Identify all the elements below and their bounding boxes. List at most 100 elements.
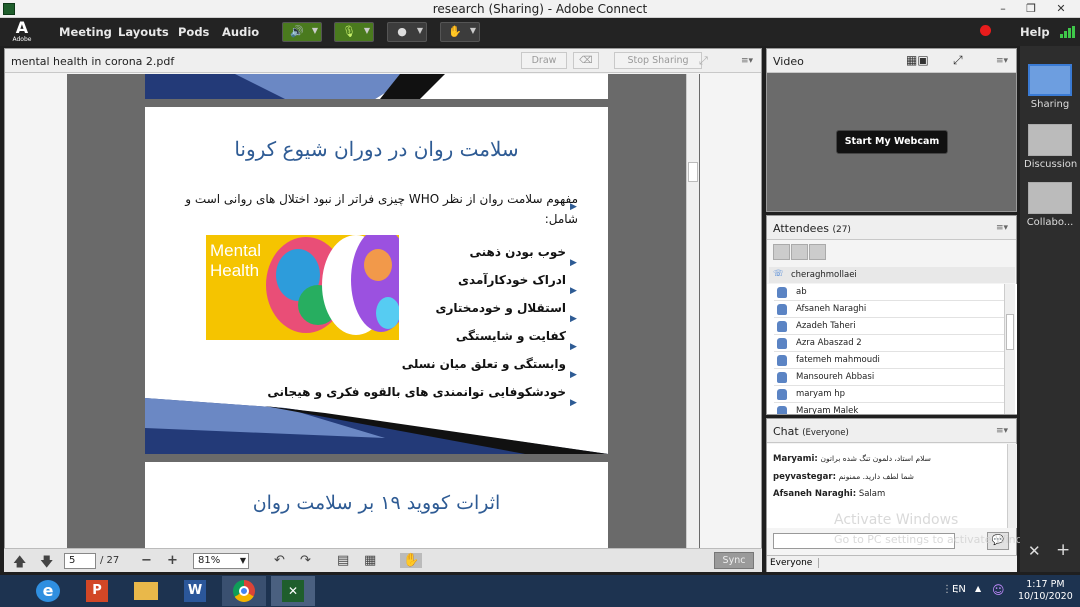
- chat-pod: Chat (Everyone) ≡▾ Maryami: سلام استاد، …: [766, 418, 1017, 572]
- menu-audio[interactable]: Audio: [222, 25, 259, 39]
- restore-button[interactable]: ❐: [1018, 0, 1044, 18]
- page-total: / 27: [100, 555, 120, 566]
- zoom-value: 81%: [198, 555, 221, 566]
- list-item[interactable]: Azra Abaszad 2: [774, 335, 1004, 352]
- role-view-icon[interactable]: [809, 244, 826, 260]
- language-indicator[interactable]: EN: [952, 584, 966, 595]
- grid-view-icon[interactable]: ▦▣: [906, 53, 929, 67]
- close-button[interactable]: ✕: [1048, 0, 1074, 18]
- chat-input[interactable]: [773, 533, 955, 549]
- chat-scrollbar[interactable]: [1007, 444, 1017, 528]
- slide-intro-line: شامل:: [544, 212, 578, 226]
- layout-thumbnail: [1028, 64, 1072, 96]
- layout-discussion[interactable]: Discussion: [1024, 124, 1077, 170]
- bullet-markers: ▶ ▶ ▶ ▶ ▶ ▶ ▶: [570, 202, 577, 408]
- mental-health-image: Mental Health: [206, 235, 399, 340]
- tray-app-icon[interactable]: ☺: [992, 583, 1005, 597]
- send-message-icon[interactable]: 💬: [987, 532, 1009, 550]
- list-item[interactable]: ab: [774, 284, 1004, 301]
- stop-sharing-button[interactable]: Stop Sharing: [614, 52, 702, 69]
- fit-page-icon[interactable]: ▦: [364, 553, 376, 568]
- chevron-down-icon: ▼: [363, 26, 370, 35]
- attendee-scrollbar[interactable]: [1004, 284, 1015, 414]
- sync-button[interactable]: Sync: [714, 552, 754, 569]
- minimize-button[interactable]: –: [990, 0, 1016, 18]
- list-item[interactable]: fatemeh mahmoudi: [774, 352, 1004, 369]
- menu-meeting[interactable]: Meeting: [59, 25, 112, 39]
- rotate-left-icon[interactable]: ↶: [274, 553, 285, 568]
- powerpoint-icon[interactable]: P: [75, 576, 119, 606]
- delete-layout-icon[interactable]: ✕: [1028, 542, 1041, 560]
- list-item[interactable]: Afsaneh Naraghi: [774, 301, 1004, 318]
- microphone-control[interactable]: 🎙 ▼: [334, 22, 374, 42]
- webcam-control[interactable]: ● ▼: [387, 22, 427, 42]
- list-item[interactable]: Azadeh Taheri: [774, 318, 1004, 335]
- share-pod-header: mental health in corona 2.pdf Draw ⌫ Sto…: [5, 49, 761, 73]
- slide-footer-banner: [145, 398, 608, 454]
- attendees-pod-header: Attendees (27) ≡▾: [767, 216, 1016, 240]
- user-icon: [777, 355, 787, 366]
- menu-layouts[interactable]: Layouts: [118, 25, 169, 39]
- fit-width-icon[interactable]: ▤: [337, 553, 349, 568]
- zoom-out-icon[interactable]: −: [141, 553, 152, 568]
- zoom-in-icon[interactable]: +: [167, 553, 178, 568]
- host-name: cheraghmollaei: [791, 270, 857, 280]
- attendees-pod: Attendees (27) ≡▾ ☏ cheraghmollaei ab Af…: [766, 215, 1017, 415]
- pod-menu-icon[interactable]: ≡▾: [996, 223, 1008, 233]
- window-titlebar: research (Sharing) - Adobe Connect – ❐ ✕: [0, 0, 1080, 18]
- user-icon: [777, 304, 787, 315]
- layout-sharing[interactable]: Sharing: [1024, 64, 1076, 110]
- attendee-view-toggles: [773, 244, 833, 262]
- speaker-control[interactable]: 🔊 ▼: [282, 22, 322, 42]
- next-slide: اثرات کووید ۱۹ بر سلامت روان: [145, 462, 608, 548]
- draw-button[interactable]: Draw: [521, 52, 567, 69]
- layout-thumbnail: [1028, 182, 1072, 214]
- viewer-scrollbar[interactable]: [686, 74, 699, 548]
- slide-intro: مفهوم سلامت روان از نظر WHO چیزی فراتر ا…: [168, 192, 578, 226]
- pod-menu-icon[interactable]: ≡▾: [996, 56, 1008, 66]
- rotate-right-icon[interactable]: ↷: [300, 553, 311, 568]
- start-webcam-button[interactable]: Start My Webcam: [836, 130, 948, 154]
- tray-chevron-icon[interactable]: ▲: [975, 584, 981, 593]
- chrome-icon[interactable]: [222, 576, 266, 606]
- list-item[interactable]: Mansoureh Abbasi: [774, 369, 1004, 386]
- hand-tool-icon[interactable]: ✋: [400, 553, 423, 568]
- adobe-connect-icon[interactable]: ✕: [271, 576, 315, 606]
- list-view-icon[interactable]: [773, 244, 790, 260]
- chevron-down-icon: ▼: [469, 26, 476, 35]
- video-pod-header: Video ▦▣ ⤢ ≡▾: [767, 49, 1016, 73]
- chat-recipient-bar: Everyone: [767, 555, 1017, 572]
- menu-pods[interactable]: Pods: [178, 25, 209, 39]
- clock[interactable]: 1:17 PM 10/10/2020: [1018, 579, 1073, 603]
- chat-pod-header: Chat (Everyone) ≡▾: [767, 419, 1016, 443]
- fullscreen-icon[interactable]: ⤢: [699, 54, 708, 68]
- recipient-tab[interactable]: Everyone: [770, 558, 820, 568]
- menu-help[interactable]: Help: [1020, 25, 1050, 39]
- list-item[interactable]: Maryam Malek: [774, 403, 1004, 414]
- chat-messages: Maryami: سلام استاد، دلمون تنگ شده براتو…: [767, 444, 1007, 528]
- pod-menu-icon[interactable]: ≡▾: [996, 426, 1008, 436]
- list-item[interactable]: maryam hp: [774, 386, 1004, 403]
- raise-hand-control[interactable]: ✋ ▼: [440, 22, 480, 42]
- pod-menu-icon[interactable]: ≡▾: [741, 56, 753, 66]
- fullscreen-icon[interactable]: ⤢: [953, 53, 963, 68]
- page-number-input[interactable]: 5: [64, 553, 96, 569]
- host-row[interactable]: ☏ cheraghmollaei: [769, 267, 1015, 283]
- layout-collaboration[interactable]: Collabo...: [1024, 182, 1076, 228]
- previous-page-icon[interactable]: 🡅: [13, 553, 26, 575]
- scrollbar-thumb[interactable]: [1006, 314, 1014, 350]
- recording-indicator-icon[interactable]: [980, 25, 991, 36]
- file-explorer-icon[interactable]: [124, 576, 168, 606]
- slide-heading: سلامت روان در دوران شیوع کرونا: [234, 137, 519, 161]
- eraser-icon[interactable]: ⌫: [573, 52, 599, 69]
- next-page-icon[interactable]: 🡇: [40, 553, 53, 575]
- document-toolbar: 🡅 🡇 5 / 27 − + 81% ▼ ↶ ↷ ▤ ▦ ✋ Sync: [4, 548, 762, 572]
- scrollbar-thumb[interactable]: [688, 162, 698, 182]
- grid-view-icon[interactable]: [791, 244, 808, 260]
- shared-document-title: mental health in corona 2.pdf: [11, 55, 175, 68]
- internet-explorer-icon[interactable]: e: [26, 576, 70, 606]
- add-layout-icon[interactable]: +: [1056, 540, 1070, 560]
- speaker-icon: 🔊: [290, 25, 304, 38]
- zoom-select[interactable]: 81% ▼: [193, 553, 249, 569]
- word-icon[interactable]: W: [173, 576, 217, 606]
